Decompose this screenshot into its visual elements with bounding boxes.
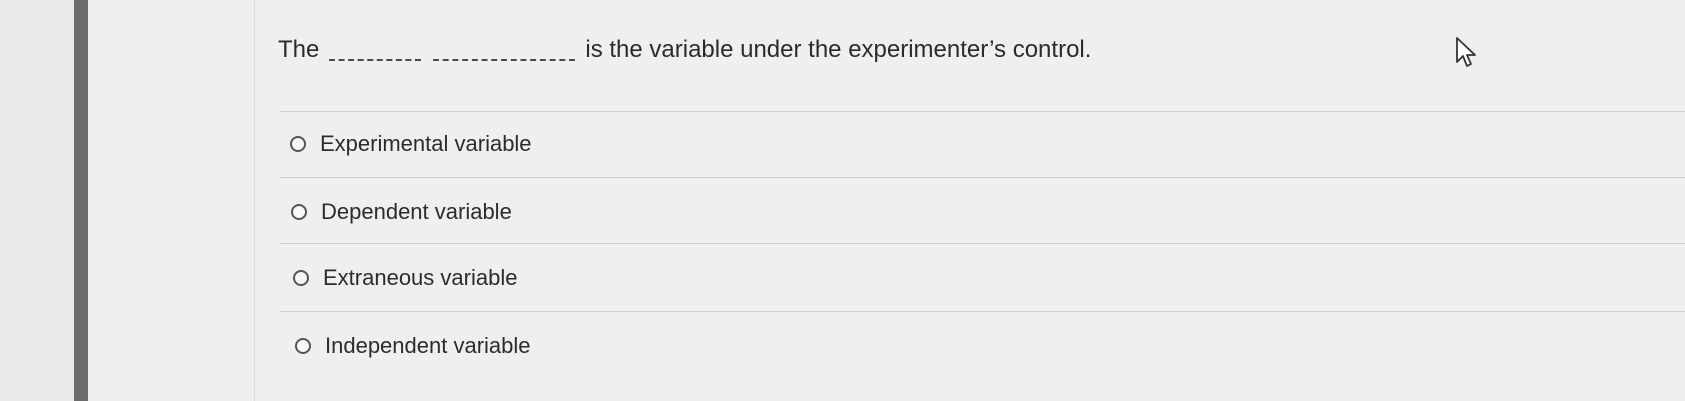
question-text: The is the variable under the experimente… xyxy=(278,36,1091,64)
radio-button-icon[interactable] xyxy=(291,204,307,220)
radio-button-icon[interactable] xyxy=(295,338,311,354)
mouse-pointer-icon xyxy=(1456,37,1476,67)
option-extraneous-variable[interactable]: Extraneous variable xyxy=(293,265,517,291)
option-label: Dependent variable xyxy=(321,199,512,224)
content-divider xyxy=(254,0,255,401)
answer-blank xyxy=(329,56,576,61)
radio-button-icon[interactable] xyxy=(290,136,306,152)
option-divider xyxy=(280,311,1685,312)
option-label: Experimental variable xyxy=(320,131,532,156)
question-suffix: is the variable under the experimenter’s… xyxy=(585,36,1092,63)
option-divider xyxy=(280,177,1685,178)
left-margin xyxy=(0,0,74,401)
option-dependent-variable[interactable]: Dependent variable xyxy=(291,199,512,225)
question-prefix: The xyxy=(278,36,320,63)
option-label: Extraneous variable xyxy=(323,265,518,290)
left-accent-bar xyxy=(74,0,88,401)
question-divider xyxy=(280,111,1685,112)
option-independent-variable[interactable]: Independent variable xyxy=(295,333,531,359)
option-label: Independent variable xyxy=(325,333,531,358)
option-experimental-variable[interactable]: Experimental variable xyxy=(290,131,532,157)
option-divider xyxy=(280,243,1685,244)
radio-button-icon[interactable] xyxy=(293,270,309,286)
